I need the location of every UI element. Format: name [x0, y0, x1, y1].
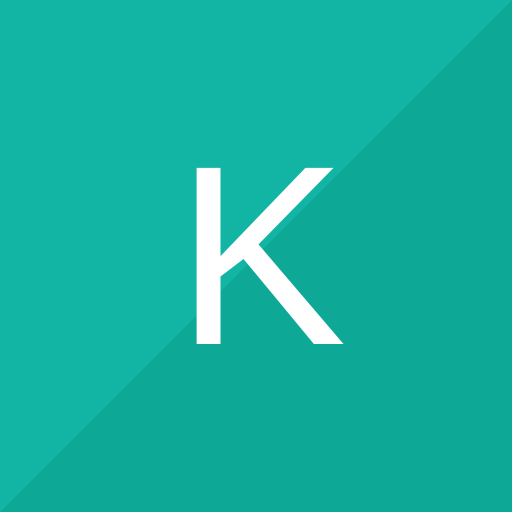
- avatar: K: [0, 0, 512, 512]
- avatar-initial: K: [175, 113, 347, 399]
